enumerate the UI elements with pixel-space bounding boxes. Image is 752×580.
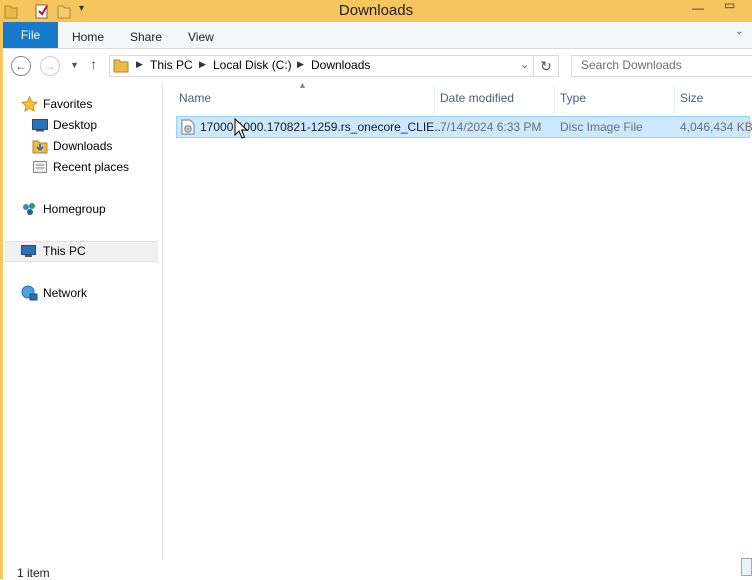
column-header-date-modified[interactable]: Date modified: [440, 91, 514, 105]
tab-view[interactable]: View: [188, 30, 214, 44]
file-date-modified: 7/14/2024 6:33 PM: [440, 120, 542, 134]
nav-label: Recent places: [53, 160, 130, 174]
folder-icon: [113, 59, 129, 73]
homegroup-icon: [23, 203, 35, 215]
status-bar: [3, 560, 752, 579]
desktop-icon: [32, 119, 48, 132]
nav-favorites[interactable]: Favorites: [21, 94, 92, 114]
mouse-cursor-icon: [234, 118, 248, 139]
column-divider[interactable]: [674, 86, 675, 114]
disc-image-file-icon: [181, 119, 195, 135]
nav-item-desktop[interactable]: Desktop: [32, 115, 97, 135]
details-view-button[interactable]: [741, 558, 752, 576]
network-icon: [21, 285, 38, 301]
recent-locations-icon[interactable]: ▼: [70, 60, 79, 70]
tab-file[interactable]: File: [3, 22, 58, 48]
address-dropdown-icon[interactable]: ⌄: [520, 58, 529, 71]
computer-icon: [21, 244, 36, 257]
column-divider[interactable]: [554, 86, 555, 114]
breadcrumb-local-disk[interactable]: Local Disk (C:): [213, 58, 292, 72]
nav-label: Desktop: [53, 118, 98, 132]
window-title: Downloads: [338, 2, 414, 19]
recent-places-icon: [33, 161, 47, 173]
breadcrumb-separator-icon[interactable]: ▶: [199, 59, 206, 70]
chevron-down-icon[interactable]: ⌄: [735, 26, 743, 37]
nav-label: Homegroup: [43, 202, 106, 216]
item-count: 1 item: [17, 566, 50, 580]
tab-share[interactable]: Share: [130, 30, 162, 44]
nav-label: Network: [43, 286, 88, 300]
nav-this-pc[interactable]: This PC: [21, 241, 86, 261]
file-size: 4,046,434 KB: [680, 120, 752, 134]
pane-divider[interactable]: [162, 82, 163, 560]
forward-button[interactable]: →: [40, 56, 60, 76]
column-header-type[interactable]: Type: [560, 91, 586, 105]
column-divider[interactable]: [434, 86, 435, 114]
nav-network[interactable]: Network: [21, 283, 87, 303]
up-arrow-icon[interactable]: ↑: [90, 56, 97, 72]
back-arrow-icon: ←: [15, 59, 27, 73]
downloads-folder-icon: [32, 140, 48, 154]
nav-item-recent-places[interactable]: Recent places: [32, 157, 129, 177]
back-button[interactable]: ←: [11, 56, 31, 76]
ribbon-tabs: [3, 22, 752, 49]
file-type: Disc Image File: [560, 120, 643, 134]
sort-ascending-icon: ▲: [298, 80, 307, 90]
nav-label: This PC: [43, 244, 86, 258]
refresh-icon: ↻: [540, 57, 552, 74]
maximize-icon[interactable]: ▭: [724, 0, 735, 12]
star-icon: [21, 96, 38, 112]
nav-label: Favorites: [43, 97, 93, 111]
column-header-name[interactable]: Name: [179, 91, 211, 105]
breadcrumb-this-pc[interactable]: This PC: [150, 58, 193, 72]
tab-home[interactable]: Home: [72, 30, 104, 44]
breadcrumb-downloads[interactable]: Downloads: [311, 58, 370, 72]
nav-homegroup[interactable]: Homegroup: [21, 199, 106, 219]
refresh-button[interactable]: ↻: [534, 55, 559, 77]
minimize-icon[interactable]: —: [692, 1, 704, 15]
nav-label: Downloads: [53, 139, 113, 153]
search-placeholder: Search Downloads: [581, 58, 682, 72]
column-header-size[interactable]: Size: [680, 91, 703, 105]
nav-item-downloads[interactable]: Downloads: [32, 136, 112, 156]
forward-arrow-icon: →: [44, 59, 56, 73]
breadcrumb-separator-icon[interactable]: ▶: [297, 59, 304, 70]
breadcrumb-separator-icon[interactable]: ▶: [136, 59, 143, 70]
